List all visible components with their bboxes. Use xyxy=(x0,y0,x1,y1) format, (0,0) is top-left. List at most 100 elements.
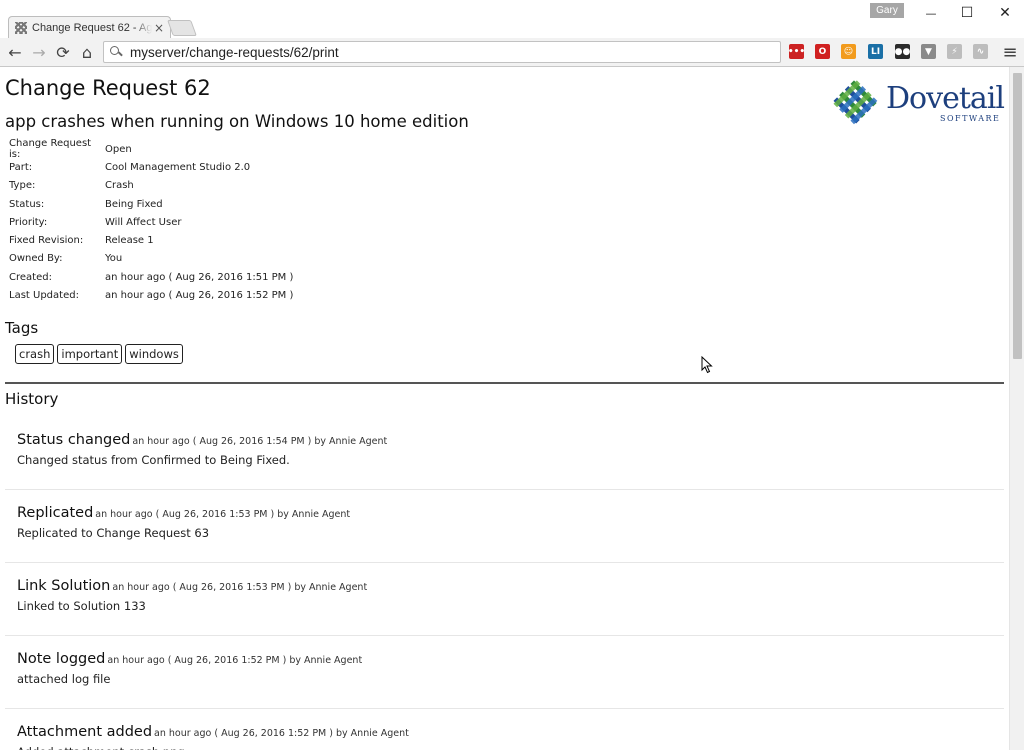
address-bar[interactable]: myserver/change-requests/62/print xyxy=(103,41,781,63)
tab-close-icon[interactable]: × xyxy=(154,21,164,35)
property-value: Release 1 xyxy=(105,235,154,247)
history-meta: an hour ago ( Aug 26, 2016 1:52 PM ) by … xyxy=(107,655,363,666)
history-title-line: Link Solution an hour ago ( Aug 26, 2016 … xyxy=(17,575,1004,594)
history-item: Note logged an hour ago ( Aug 26, 2016 1:… xyxy=(5,636,1004,709)
tag-chip[interactable]: important xyxy=(57,344,123,364)
history-title-line: Status changed an hour ago ( Aug 26, 2016… xyxy=(17,429,1004,448)
flash-icon[interactable]: ⚡ xyxy=(947,44,962,59)
maximize-icon: ☐ xyxy=(960,5,974,21)
tags-list: crash important windows xyxy=(15,344,183,364)
page-scrollbar[interactable] xyxy=(1009,67,1024,750)
maximize-button[interactable]: ☐ xyxy=(950,2,984,24)
linkedin-icon[interactable]: LI xyxy=(868,44,883,59)
reload-button[interactable]: ⟳ xyxy=(53,42,73,62)
history-event: Link Solution xyxy=(17,578,111,594)
history-meta: an hour ago ( Aug 26, 2016 1:53 PM ) by … xyxy=(95,509,351,520)
opera-icon[interactable]: O xyxy=(815,44,830,59)
property-row: Part: Cool Management Studio 2.0 xyxy=(9,158,293,176)
history-title-line: Attachment added an hour ago ( Aug 26, 20… xyxy=(17,721,1004,740)
property-label: Last Updated: xyxy=(9,290,79,302)
history-list: Status changed an hour ago ( Aug 26, 2016… xyxy=(5,417,1004,750)
property-label: Change Request is: xyxy=(9,138,92,161)
property-value: You xyxy=(105,253,123,265)
browser-tab[interactable]: Change Request 62 - Agent × xyxy=(8,16,171,38)
property-label: Status: xyxy=(9,198,45,210)
address-url: myserver/change-requests/62/print xyxy=(130,44,339,60)
forward-button[interactable]: → xyxy=(29,42,49,62)
property-label: Owned By: xyxy=(9,253,63,265)
history-event: Note logged xyxy=(17,651,106,667)
reload-icon: ⟳ xyxy=(56,42,70,62)
property-value: Will Affect User xyxy=(105,216,182,228)
scrollbar-thumb[interactable] xyxy=(1013,73,1022,359)
page-subtitle: app crashes when running on Windows 10 h… xyxy=(5,112,469,131)
browser-chrome: Change Request 62 - Agent × Gary — ☐ ✕ ←… xyxy=(0,0,1024,67)
history-meta: an hour ago ( Aug 26, 2016 1:52 PM ) by … xyxy=(154,728,409,739)
dovetail-logo[interactable]: Dovetail SOFTWARE xyxy=(830,80,1005,128)
property-value: an hour ago ( Aug 26, 2016 1:51 PM ) xyxy=(105,271,294,283)
close-icon: ✕ xyxy=(999,5,1011,21)
property-row: Status: Being Fixed xyxy=(9,195,293,213)
tab-title: Change Request 62 - Agent xyxy=(32,21,152,34)
home-button[interactable]: ⌂ xyxy=(77,42,97,62)
history-description: Replicated to Change Request 63 xyxy=(17,526,210,540)
property-label: Priority: xyxy=(9,216,48,228)
tampermonkey-icon[interactable]: ●● xyxy=(895,44,910,59)
logo-wordmark: Dovetail xyxy=(886,81,1005,116)
history-event: Attachment added xyxy=(17,724,153,740)
honey-icon[interactable]: ☺ xyxy=(841,44,856,59)
history-item: Status changed an hour ago ( Aug 26, 2016… xyxy=(5,417,1004,490)
browser-toolbar: ← → ⟳ ⌂ myserver/change-requests/62/prin… xyxy=(0,38,1024,67)
history-description: Linked to Solution 133 xyxy=(17,599,146,613)
property-row: Last Updated: an hour ago ( Aug 26, 2016 … xyxy=(9,286,293,304)
history-heading: History xyxy=(5,390,59,408)
history-meta: an hour ago ( Aug 26, 2016 1:53 PM ) by … xyxy=(112,582,368,593)
page-title: Change Request 62 xyxy=(5,76,211,100)
property-label: Fixed Revision: xyxy=(9,235,84,247)
history-title-line: Replicated an hour ago ( Aug 26, 2016 1:5… xyxy=(17,502,1004,521)
property-value: Being Fixed xyxy=(105,198,163,210)
history-description: Added attachment crash.png xyxy=(17,745,1004,750)
property-label: Part: xyxy=(9,161,33,173)
history-item: Replicated an hour ago ( Aug 26, 2016 1:5… xyxy=(5,490,1004,563)
profile-badge[interactable]: Gary xyxy=(870,3,904,18)
property-row: Change Request is: Open xyxy=(9,138,293,161)
history-item: Attachment added an hour ago ( Aug 26, 20… xyxy=(5,709,1004,750)
properties-list: Change Request is: Open Part: Cool Manageme… xyxy=(9,138,293,305)
minimize-button[interactable]: — xyxy=(914,2,948,24)
property-row: Type: Crash xyxy=(9,177,293,195)
tag-chip[interactable]: crash xyxy=(15,344,55,364)
mouse-cursor-icon xyxy=(701,356,713,374)
logo-subtext: SOFTWARE xyxy=(940,114,1001,123)
tags-heading: Tags xyxy=(5,319,39,337)
page-content: Change Request 62 app crashes when runni… xyxy=(0,67,1009,750)
history-meta: an hour ago ( Aug 26, 2016 1:54 PM ) by … xyxy=(132,436,388,447)
pocket-icon[interactable]: ▼ xyxy=(921,44,936,59)
property-label: Type: xyxy=(9,180,36,192)
tag-chip[interactable]: windows xyxy=(125,344,183,364)
history-description: Changed status from Confirmed to Being F… xyxy=(17,453,290,467)
property-label: Created: xyxy=(9,271,52,283)
chrome-menu-button[interactable]: ≡ xyxy=(1000,41,1020,63)
history-item: Link Solution an hour ago ( Aug 26, 2016 … xyxy=(5,563,1004,636)
property-row: Fixed Revision: Release 1 xyxy=(9,231,293,249)
property-row: Owned By: You xyxy=(9,250,293,268)
forward-arrow-icon: → xyxy=(32,42,46,62)
dovetail-logo-mark-icon xyxy=(833,80,878,125)
dovetail-favicon-icon xyxy=(15,21,27,34)
menu-icon: ≡ xyxy=(1002,41,1018,63)
section-divider xyxy=(5,382,1004,384)
close-window-button[interactable]: ✕ xyxy=(988,2,1022,24)
property-value: an hour ago ( Aug 26, 2016 1:52 PM ) xyxy=(105,290,294,302)
history-description: attached log file xyxy=(17,672,111,686)
property-row: Created: an hour ago ( Aug 26, 2016 1:51 … xyxy=(9,268,293,286)
property-row: Priority: Will Affect User xyxy=(9,213,293,231)
wave-icon[interactable]: ∿ xyxy=(973,44,988,59)
history-title-line: Note logged an hour ago ( Aug 26, 2016 1:… xyxy=(17,648,1004,667)
history-event: Status changed xyxy=(17,432,131,448)
new-tab-button[interactable] xyxy=(167,20,197,36)
lastpass-icon[interactable]: ••• xyxy=(788,44,805,59)
back-button[interactable]: ← xyxy=(5,42,25,62)
property-value: Open xyxy=(105,143,132,155)
tab-strip: Change Request 62 - Agent × Gary — ☐ ✕ xyxy=(0,0,1024,38)
